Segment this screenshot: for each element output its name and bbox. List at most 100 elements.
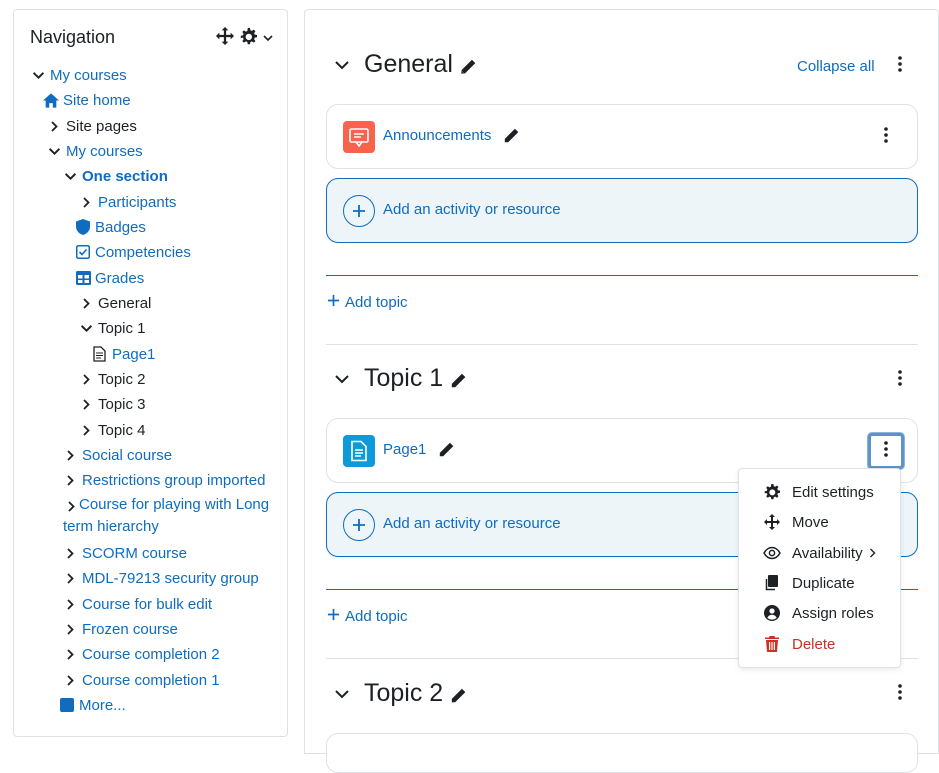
nav-item-label[interactable]: My courses <box>50 67 127 84</box>
nav-item-label[interactable]: Topic 4 <box>98 422 146 439</box>
section-title[interactable]: General <box>364 50 453 79</box>
collapse-all-link[interactable]: Collapse all <box>797 58 875 75</box>
menu-item-move[interactable]: Move <box>739 509 900 535</box>
add-activity-button[interactable]: Add an activity or resource <box>326 178 918 243</box>
menu-item-label: Assign roles <box>792 604 874 622</box>
add-activity-label: Add an activity or resource <box>383 201 561 218</box>
nav-item-social-course[interactable]: Social course <box>62 445 172 465</box>
nav-item-general[interactable]: General <box>78 293 151 313</box>
nav-item-label[interactable]: Topic 3 <box>98 396 146 413</box>
menu-item-duplicate[interactable]: Duplicate <box>739 570 900 596</box>
move-icon[interactable] <box>216 27 234 50</box>
menu-item-assign-roles[interactable]: Assign roles <box>739 600 900 626</box>
nav-item-label[interactable]: Course completion 1 <box>82 672 220 689</box>
plus-icon <box>343 509 375 541</box>
menu-item-label: Duplicate <box>792 574 855 592</box>
chevron-down-icon[interactable] <box>334 57 350 73</box>
nav-item-label[interactable]: Restrictions group imported <box>82 472 265 489</box>
chevron-right-icon <box>62 447 78 463</box>
nav-item-course-long-term-hierarchy[interactable]: Course for playing with Long term hierar… <box>62 494 282 538</box>
nav-item-label[interactable]: One section <box>82 168 168 185</box>
pencil-icon[interactable] <box>449 687 467 705</box>
chevron-down-icon <box>30 67 46 83</box>
nav-item-label[interactable]: Badges <box>95 219 146 236</box>
trash-icon <box>763 635 781 653</box>
chevron-right-icon <box>78 295 94 311</box>
gear-icon[interactable] <box>240 27 257 50</box>
nav-item-label[interactable]: Competencies <box>95 244 191 261</box>
section-title[interactable]: Topic 2 <box>364 679 443 708</box>
nav-item-badges[interactable]: Badges <box>75 217 146 237</box>
activity-name-link[interactable]: Announcements <box>383 127 491 144</box>
section-menu-button[interactable] <box>885 365 915 395</box>
home-icon <box>43 92 59 108</box>
nav-item-label[interactable]: Topic 1 <box>98 320 146 337</box>
add-topic-link[interactable]: Add topic <box>327 608 408 625</box>
section-divider <box>326 275 918 276</box>
nav-item-site-home[interactable]: Site home <box>43 90 131 110</box>
kebab-icon <box>898 369 902 391</box>
nav-item-my-courses[interactable]: My courses <box>30 65 127 85</box>
nav-item-label[interactable]: Grades <box>95 270 144 287</box>
section-menu-button[interactable] <box>885 51 915 81</box>
nav-item-topic-3[interactable]: Topic 3 <box>78 394 146 414</box>
nav-item-site-pages[interactable]: Site pages <box>46 116 137 136</box>
nav-item-restrictions-group-imported[interactable]: Restrictions group imported <box>62 470 265 490</box>
nav-item-topic-1[interactable]: Topic 1 <box>78 318 146 338</box>
nav-item-course-completion-1[interactable]: Course completion 1 <box>62 670 220 690</box>
nav-item-label[interactable]: Site home <box>63 92 131 109</box>
nav-item-label[interactable]: Social course <box>82 447 172 464</box>
nav-item-competencies[interactable]: Competencies <box>75 242 191 262</box>
add-activity-label: Add an activity or resource <box>383 515 561 532</box>
pencil-icon[interactable] <box>459 58 477 76</box>
nav-item-label[interactable]: SCORM course <box>82 545 187 562</box>
nav-item-more[interactable]: More... <box>59 695 126 715</box>
nav-item-my-courses-sub[interactable]: My courses <box>46 141 143 161</box>
activity-menu-button[interactable] <box>871 122 901 152</box>
kebab-icon <box>898 55 902 77</box>
pencil-icon[interactable] <box>502 127 520 145</box>
section-separator <box>326 344 918 345</box>
nav-item-label[interactable]: Course for playing with Long term hierar… <box>63 494 282 538</box>
nav-item-label[interactable]: Site pages <box>66 118 137 135</box>
nav-item-label[interactable]: Frozen course <box>82 621 178 638</box>
nav-item-label[interactable]: General <box>98 295 151 312</box>
activity-menu-button[interactable] <box>868 433 904 469</box>
chevron-down-icon[interactable] <box>263 30 273 48</box>
nav-item-mdl-security-group[interactable]: MDL-79213 security group <box>62 568 259 588</box>
nav-item-label[interactable]: Participants <box>98 194 176 211</box>
plus-icon <box>343 195 375 227</box>
user-circle-icon <box>763 604 781 622</box>
nav-item-topic-4[interactable]: Topic 4 <box>78 420 146 440</box>
chevron-down-icon[interactable] <box>334 686 350 702</box>
nav-item-label[interactable]: My courses <box>66 143 143 160</box>
nav-item-topic-2[interactable]: Topic 2 <box>78 369 146 389</box>
nav-item-course-bulk-edit[interactable]: Course for bulk edit <box>62 594 212 614</box>
nav-item-one-section[interactable]: One section <box>62 166 168 186</box>
nav-item-participants[interactable]: Participants <box>78 192 176 212</box>
add-topic-link[interactable]: Add topic <box>327 294 408 311</box>
nav-item-label[interactable]: Page1 <box>112 346 155 363</box>
menu-item-availability[interactable]: Availability <box>739 540 900 566</box>
menu-item-delete[interactable]: Delete <box>739 631 900 657</box>
forum-icon <box>343 121 375 153</box>
pencil-icon[interactable] <box>449 372 467 390</box>
section-title[interactable]: Topic 1 <box>364 364 443 393</box>
menu-item-edit-settings[interactable]: Edit settings <box>739 479 900 505</box>
pencil-icon[interactable] <box>437 441 455 459</box>
chevron-down-icon[interactable] <box>334 371 350 387</box>
nav-item-course-completion-2[interactable]: Course completion 2 <box>62 644 220 664</box>
nav-item-label[interactable]: MDL-79213 security group <box>82 570 259 587</box>
nav-item-label[interactable]: More... <box>79 697 126 714</box>
nav-item-page1[interactable]: Page1 <box>91 344 155 364</box>
chevron-right-icon <box>78 194 94 210</box>
activity-name-link[interactable]: Page1 <box>383 441 426 458</box>
nav-item-label[interactable]: Topic 2 <box>98 371 146 388</box>
nav-item-scorm-course[interactable]: SCORM course <box>62 543 187 563</box>
nav-item-label[interactable]: Course completion 2 <box>82 646 220 663</box>
nav-item-grades[interactable]: Grades <box>75 268 144 288</box>
nav-item-frozen-course[interactable]: Frozen course <box>62 619 178 639</box>
section-menu-button[interactable] <box>885 679 915 709</box>
chevron-right-icon <box>62 621 78 637</box>
nav-item-label[interactable]: Course for bulk edit <box>82 596 212 613</box>
